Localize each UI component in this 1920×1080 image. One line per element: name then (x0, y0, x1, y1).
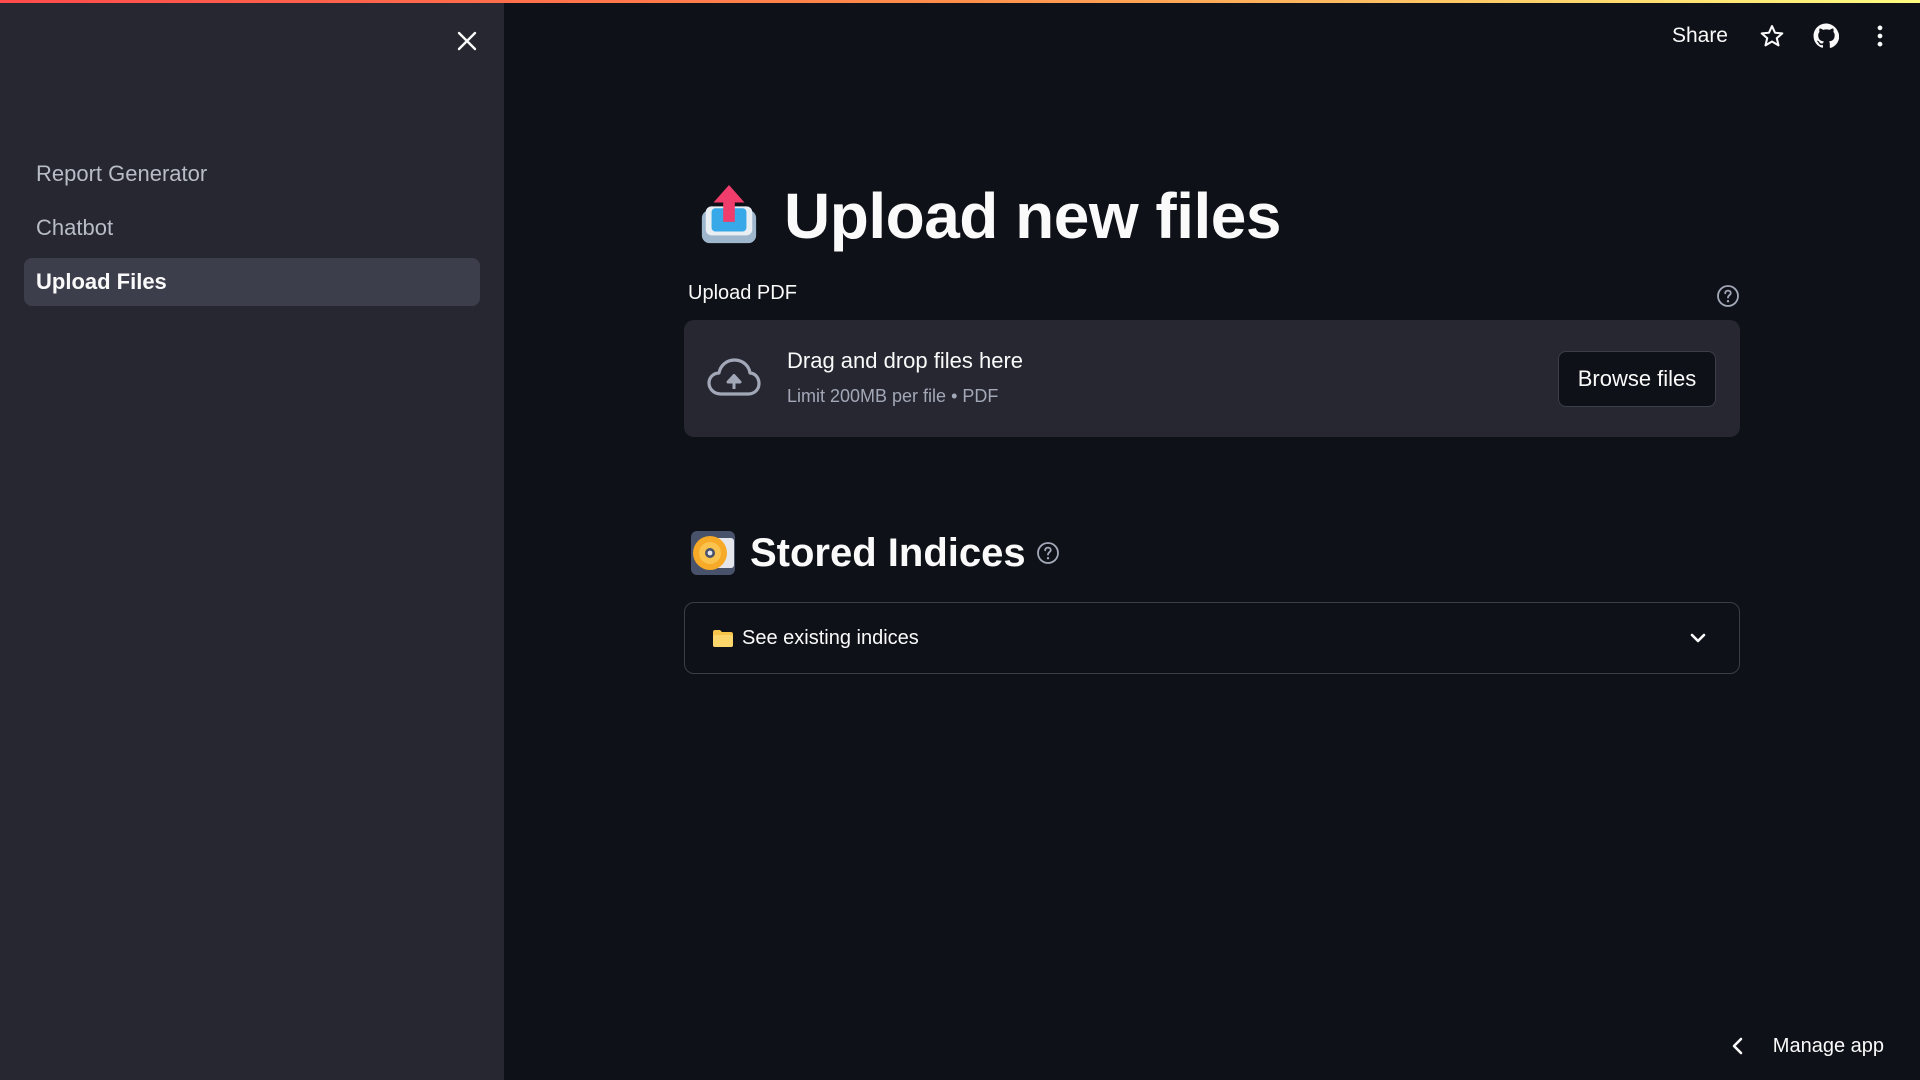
sidebar: Report Generator Chatbot Upload Files (0, 0, 504, 1080)
star-icon (1760, 25, 1784, 47)
existing-indices-expander[interactable]: See existing indices (684, 602, 1740, 674)
close-sidebar-button[interactable] (452, 26, 482, 56)
help-tooltip-icon[interactable] (1716, 284, 1740, 308)
main-menu-button[interactable] (1866, 22, 1894, 50)
github-icon (1813, 23, 1839, 48)
chevron-left-icon (1732, 1037, 1743, 1055)
dropzone-instruction: Drag and drop files here (787, 348, 1024, 373)
dropzone-limit: Limit 200MB per file • PDF (787, 386, 999, 406)
cloud-upload-icon (707, 358, 761, 396)
manage-app-label: Manage app (1772, 1034, 1884, 1057)
sidebar-item-label: Upload Files (36, 269, 167, 294)
manage-app-button[interactable]: Manage app (1727, 1030, 1884, 1062)
sidebar-item-label: Report Generator (36, 161, 208, 186)
github-button[interactable] (1812, 22, 1840, 50)
help-tooltip-icon[interactable] (1036, 541, 1060, 565)
top-decoration-bar (0, 0, 1920, 3)
share-button[interactable]: Share (1672, 24, 1728, 48)
close-icon (457, 31, 477, 51)
expander-label: See existing indices (742, 626, 919, 649)
folder-icon (713, 630, 733, 647)
sidebar-item-label: Chatbot (36, 215, 114, 240)
page-title-row: Upload new files (698, 176, 1281, 256)
file-dropzone[interactable]: Drag and drop files here Limit 200MB per… (684, 320, 1740, 437)
sidebar-item-upload-files[interactable]: Upload Files (24, 258, 480, 306)
page-title: Upload new files (784, 180, 1281, 252)
section-title: Stored Indices (750, 530, 1026, 575)
outbox-tray-emoji-icon (701, 185, 757, 244)
dropzone-text: Drag and drop files here Limit 200MB per… (787, 348, 1023, 407)
favorite-button[interactable] (1758, 22, 1786, 50)
dvd-emoji-icon (691, 531, 735, 575)
sidebar-nav: Report Generator Chatbot Upload Files (24, 150, 480, 312)
browse-files-button[interactable]: Browse files (1558, 351, 1716, 407)
more-vertical-icon (1877, 25, 1883, 47)
upload-pdf-label: Upload PDF (688, 282, 797, 304)
chevron-down-icon (1690, 633, 1706, 643)
header-toolbar: Share (1672, 14, 1920, 58)
sidebar-item-report-generator[interactable]: Report Generator (24, 150, 480, 198)
stored-indices-heading-row: Stored Indices (690, 528, 1060, 578)
sidebar-item-chatbot[interactable]: Chatbot (24, 204, 480, 252)
